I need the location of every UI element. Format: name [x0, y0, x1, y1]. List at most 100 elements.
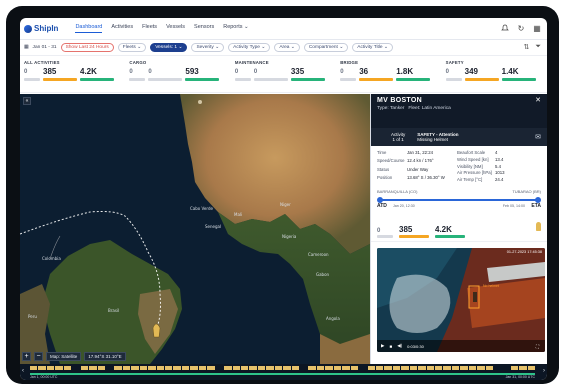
timeline-tick[interactable] — [131, 366, 139, 370]
filter-severity[interactable]: Severity ⌄ — [191, 43, 225, 52]
timeline-tick[interactable] — [367, 366, 375, 370]
timeline-tick[interactable] — [451, 366, 460, 370]
compare-icon[interactable]: ⇅ — [524, 43, 530, 51]
timeline-tick[interactable] — [139, 366, 148, 370]
timeline-tick[interactable] — [38, 366, 46, 370]
timeline-tick[interactable] — [283, 366, 291, 370]
timeline-tick[interactable] — [392, 366, 401, 370]
timeline-tick[interactable] — [308, 366, 316, 370]
timeline-tick[interactable] — [232, 366, 240, 370]
timeline-tick[interactable] — [224, 366, 232, 370]
timeline-tick[interactable] — [97, 366, 105, 370]
timeline-tick[interactable] — [207, 366, 215, 370]
filter-icon[interactable]: ⏷ — [535, 43, 541, 51]
nav-vessels[interactable]: Vessels — [166, 24, 185, 33]
timeline-tick[interactable] — [325, 366, 333, 370]
timeline-tick[interactable] — [72, 366, 79, 370]
timeline-tick[interactable] — [249, 366, 257, 370]
timeline-tick[interactable] — [418, 366, 426, 370]
activity-alert[interactable]: Activity 1 of 1 SAFETY - Attention Missi… — [371, 128, 547, 146]
show-last-24h-button[interactable]: Show Last 24 Hours — [60, 43, 114, 52]
filter-area[interactable]: Area ⌄ — [274, 43, 300, 52]
activity-timeline[interactable]: ‹ › Jan 1, 00:00 UTC Jan 31, 00:00 UTC — [20, 364, 547, 380]
stat-maintenance[interactable]: MAINTENANCE 0 0 335 — [231, 57, 336, 92]
timeline-tick[interactable] — [375, 366, 384, 370]
timeline-tick[interactable] — [527, 366, 536, 370]
timeline-tick[interactable] — [494, 366, 501, 370]
timeline-tick[interactable] — [156, 366, 164, 370]
timeline-tick[interactable] — [519, 366, 527, 370]
timeline-tick[interactable] — [89, 366, 97, 370]
timeline-tick[interactable] — [216, 366, 223, 370]
nav-activities[interactable]: Activities — [111, 24, 133, 33]
play-icon[interactable]: ▶ — [381, 343, 384, 349]
timeline-tick[interactable] — [477, 366, 485, 370]
fullscreen-icon[interactable]: ⛶ — [536, 344, 539, 349]
timeline-tick[interactable] — [240, 366, 249, 370]
close-icon[interactable]: ✕ — [535, 96, 541, 104]
timeline-tick[interactable] — [46, 366, 55, 370]
timeline-next-icon[interactable]: › — [543, 368, 545, 374]
timeline-tick[interactable] — [503, 366, 510, 370]
nav-fleets[interactable]: Fleets — [142, 24, 157, 33]
timeline-tick[interactable] — [350, 366, 359, 370]
timeline-tick[interactable] — [333, 366, 342, 370]
app-logo[interactable]: ShipIn — [24, 24, 58, 33]
nav-dashboard[interactable]: Dashboard — [75, 24, 103, 33]
timeline-tick[interactable] — [443, 366, 451, 370]
timeline-tick[interactable] — [435, 366, 443, 370]
timeline-tick[interactable] — [460, 366, 468, 370]
timeline-tick[interactable] — [342, 366, 350, 370]
timeline-tick[interactable] — [510, 366, 519, 370]
timeline-prev-icon[interactable]: ‹ — [22, 368, 24, 374]
timeline-tick[interactable] — [122, 366, 131, 370]
comment-icon[interactable]: ✉ — [535, 133, 541, 141]
stat-cargo[interactable]: CARGO 0 0 593 — [125, 57, 230, 92]
timeline-tick[interactable] — [291, 366, 299, 370]
timeline-tick[interactable] — [63, 366, 72, 370]
timeline-tick[interactable] — [181, 366, 190, 370]
calendar-icon[interactable]: ▦ — [24, 45, 29, 50]
stat-safety[interactable]: SAFETY 0 349 1.4K — [442, 57, 547, 92]
timeline-tick[interactable] — [274, 366, 283, 370]
timeline-tick[interactable] — [198, 366, 207, 370]
timeline-tick[interactable] — [148, 366, 156, 370]
timeline-tick[interactable] — [106, 366, 113, 370]
nav-reports[interactable]: Reports ⌄ — [223, 24, 248, 33]
refresh-icon[interactable]: ↻ — [516, 23, 526, 33]
timeline-tick[interactable] — [165, 366, 173, 370]
timeline-tick[interactable] — [257, 366, 266, 370]
zoom-out-button[interactable]: − — [34, 352, 43, 361]
timeline-tick[interactable] — [426, 366, 434, 370]
camera-video[interactable]: 01-27-2023 17:45:38 No helmet ▶ ■ ◀) 0:0… — [377, 248, 545, 352]
filter-activity-type[interactable]: Activity Type ⌄ — [228, 43, 271, 52]
timeline-tick[interactable] — [30, 366, 38, 370]
filter-fleets[interactable]: Fleets ⌄ — [117, 43, 147, 52]
date-range[interactable]: Jan 01 - 31 — [33, 45, 57, 50]
timeline-tick[interactable] — [190, 366, 198, 370]
timeline-tick[interactable] — [409, 366, 418, 370]
bell-icon[interactable] — [500, 23, 510, 33]
timeline-tick[interactable] — [55, 366, 63, 370]
filter-compartment[interactable]: Compartment ⌄ — [303, 43, 349, 52]
satellite-map[interactable]: Cabo Verde Senegal Mali Niger Nigeria Ca… — [20, 94, 370, 364]
timeline-tick[interactable] — [401, 366, 409, 370]
map-type-select[interactable]: Map: Satellite — [46, 352, 82, 361]
timeline-tick[interactable] — [316, 366, 325, 370]
timeline-tick[interactable] — [359, 366, 366, 370]
timeline-tick[interactable] — [266, 366, 274, 370]
filter-vessels[interactable]: Vessels: 1 ⌄ — [150, 43, 188, 52]
filter-activity-title[interactable]: Activity Title ⌄ — [352, 43, 393, 52]
stat-bridge[interactable]: BRIDGE 0 36 1.8K — [336, 57, 441, 92]
timeline-tick[interactable] — [384, 366, 392, 370]
timeline-tick[interactable] — [300, 366, 307, 370]
collapse-icon[interactable]: « — [23, 97, 31, 105]
timeline-tick[interactable] — [114, 366, 122, 370]
zoom-in-button[interactable]: + — [22, 352, 31, 361]
timeline-tick[interactable] — [468, 366, 477, 370]
volume-icon[interactable]: ◀) — [397, 343, 402, 349]
stop-icon[interactable]: ■ — [389, 344, 392, 349]
nav-sensors[interactable]: Sensors — [194, 24, 214, 33]
timeline-tick[interactable] — [80, 366, 89, 370]
stat-all-activities[interactable]: ALL ACTIVITIES 0 385 4.2K — [20, 57, 125, 92]
